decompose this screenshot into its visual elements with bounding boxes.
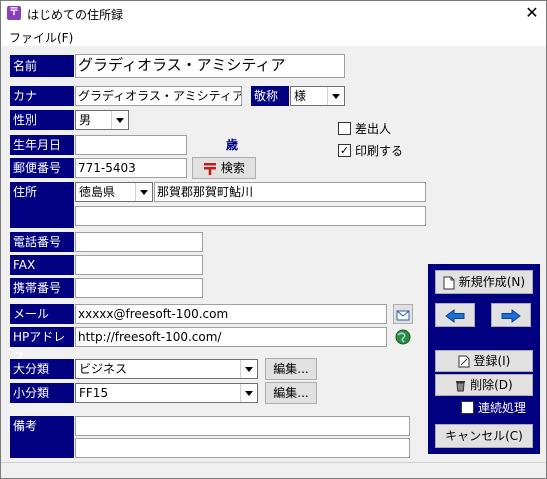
sender-checkbox[interactable] bbox=[338, 122, 351, 135]
postal-search-button[interactable]: 検索 bbox=[192, 157, 256, 179]
address-line2-field[interactable] bbox=[75, 206, 426, 226]
homepage-label: HPアドレス bbox=[10, 327, 74, 364]
menu-file[interactable]: ファイル(F) bbox=[9, 29, 73, 46]
notes-line2-field[interactable] bbox=[75, 438, 410, 458]
print-label: 印刷する bbox=[355, 144, 404, 158]
category-major-edit-button[interactable]: 編集... bbox=[265, 358, 317, 380]
title-bar: 〒 はじめての住所録 ✕ bbox=[1, 1, 546, 27]
prefecture-select[interactable]: 徳島県 bbox=[75, 182, 153, 202]
honorific-label: 敬称 bbox=[251, 86, 289, 106]
continuous-checkbox[interactable] bbox=[461, 401, 474, 414]
chevron-down-icon[interactable] bbox=[240, 360, 257, 378]
category-minor-value: FF15 bbox=[79, 386, 109, 400]
homepage-field[interactable]: http://freesoft-100.com/ bbox=[75, 327, 387, 347]
fax-field[interactable] bbox=[75, 255, 203, 275]
prefecture-value: 徳島県 bbox=[79, 185, 116, 199]
register-button[interactable]: 登録(I) bbox=[435, 350, 533, 372]
gender-label: 性別 bbox=[10, 110, 74, 130]
continuous-label: 連続処理 bbox=[478, 401, 527, 415]
open-browser-button[interactable] bbox=[393, 327, 413, 347]
window-title: はじめての住所録 bbox=[27, 8, 124, 22]
email-field[interactable]: xxxxx@freesoft-100.com bbox=[75, 304, 387, 324]
birthday-label: 生年月日 bbox=[10, 135, 74, 155]
gender-value: 男 bbox=[79, 113, 92, 127]
chevron-down-icon[interactable] bbox=[327, 87, 344, 105]
new-document-icon bbox=[443, 276, 455, 289]
app-icon: 〒 bbox=[7, 6, 21, 20]
arrow-left-icon bbox=[445, 308, 465, 323]
chevron-down-icon[interactable] bbox=[111, 111, 128, 129]
postal-label: 郵便番号 bbox=[10, 158, 74, 178]
honorific-value: 様 bbox=[294, 89, 307, 103]
birthday-field[interactable] bbox=[75, 135, 187, 155]
menu-bar: ファイル(F) bbox=[1, 27, 546, 46]
phone-label: 電話番号 bbox=[10, 232, 74, 252]
new-record-button[interactable]: 新規作成(N) bbox=[435, 270, 533, 294]
cancel-button[interactable]: キャンセル(C) bbox=[435, 424, 533, 448]
send-mail-button[interactable] bbox=[393, 304, 413, 324]
postal-search-label: 検索 bbox=[220, 161, 245, 175]
category-major-label: 大分類 bbox=[10, 359, 74, 379]
globe-icon bbox=[395, 329, 411, 344]
email-label: メール bbox=[10, 304, 74, 324]
notes-label: 備考 bbox=[10, 416, 74, 458]
kana-label: カナ bbox=[10, 86, 74, 106]
prev-record-button[interactable] bbox=[435, 303, 475, 327]
chevron-down-icon[interactable] bbox=[135, 183, 152, 201]
kana-field[interactable]: グラディオラス・アミシティア bbox=[75, 86, 242, 106]
notes-line1-field[interactable] bbox=[75, 416, 410, 436]
action-panel: 新規作成(N) 登録(I) 削除(D) 連続処理 キャンセル(C) bbox=[428, 264, 540, 454]
mail-icon bbox=[396, 310, 410, 320]
age-unit: 歳 bbox=[226, 138, 239, 152]
print-checkbox[interactable]: ✓ bbox=[338, 144, 351, 157]
edit-document-icon bbox=[458, 355, 470, 368]
fax-label: FAX bbox=[10, 255, 74, 275]
register-label: 登録(I) bbox=[473, 354, 511, 368]
category-major-select[interactable]: ビジネス bbox=[75, 359, 258, 379]
category-minor-edit-button[interactable]: 編集... bbox=[265, 382, 317, 404]
name-label: 名前 bbox=[10, 55, 74, 77]
gender-select[interactable]: 男 bbox=[75, 110, 129, 130]
status-bar bbox=[1, 462, 546, 478]
delete-label: 削除(D) bbox=[470, 378, 513, 392]
phone-field[interactable] bbox=[75, 232, 203, 252]
category-major-value: ビジネス bbox=[79, 362, 128, 376]
postal-field[interactable]: 771-5403 bbox=[75, 158, 187, 178]
close-button[interactable]: ✕ bbox=[521, 2, 543, 24]
mobile-label: 携帯番号 bbox=[10, 278, 74, 298]
mobile-field[interactable] bbox=[75, 278, 203, 298]
form-area: 名前 グラディオラス・アミシティア カナ グラディオラス・アミシティア 敬称 様… bbox=[4, 46, 543, 462]
chevron-down-icon[interactable] bbox=[240, 384, 257, 402]
new-record-label: 新規作成(N) bbox=[458, 275, 526, 289]
trash-icon bbox=[456, 381, 466, 392]
arrow-right-icon bbox=[501, 308, 521, 323]
category-minor-label: 小分類 bbox=[10, 383, 74, 403]
sender-label: 差出人 bbox=[355, 122, 392, 136]
address-line1-field[interactable]: 那賀郡那賀町鮎川 bbox=[154, 182, 426, 202]
address-label: 住所 bbox=[10, 182, 74, 228]
name-field[interactable]: グラディオラス・アミシティア bbox=[75, 54, 345, 78]
honorific-select[interactable]: 様 bbox=[290, 86, 345, 106]
next-record-button[interactable] bbox=[491, 303, 531, 327]
app-window: 〒 はじめての住所録 ✕ ファイル(F) 名前 グラディオラス・アミシティア カ… bbox=[0, 0, 547, 479]
postal-mark-icon bbox=[204, 162, 217, 175]
category-minor-select[interactable]: FF15 bbox=[75, 383, 258, 403]
delete-button[interactable]: 削除(D) bbox=[435, 374, 533, 396]
